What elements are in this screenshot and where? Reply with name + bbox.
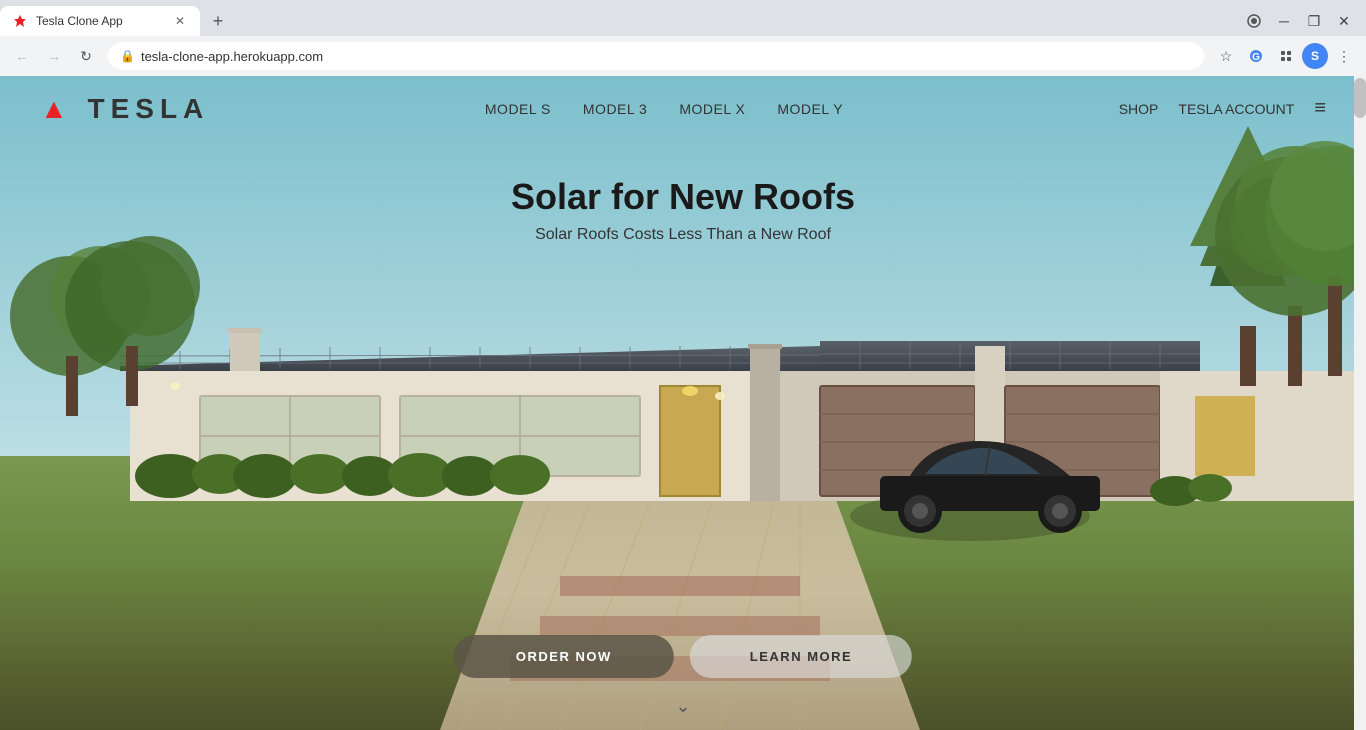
record-button[interactable] <box>1240 7 1268 35</box>
nav-shop[interactable]: SHOP <box>1119 101 1159 117</box>
nav-model-y[interactable]: MODEL Y <box>777 101 843 117</box>
cta-buttons: ORDER NOW LEARN MORE <box>454 635 912 678</box>
extension-button[interactable]: G <box>1242 42 1270 70</box>
nav-menu[interactable]: ≡ <box>1314 97 1326 120</box>
nav-links: MODEL S MODEL 3 MODEL X MODEL Y <box>485 101 843 117</box>
nav-account[interactable]: TESLA ACCOUNT <box>1178 101 1294 117</box>
back-button[interactable]: ← <box>8 42 36 70</box>
browser-window: Tesla Clone App ✕ + ─ ❐ ✕ ← → ↻ 🔒 tesla-… <box>0 0 1366 76</box>
lock-icon: 🔒 <box>120 49 135 63</box>
hero-background <box>0 76 1366 730</box>
tab-bar: Tesla Clone App ✕ + ─ ❐ ✕ <box>0 0 1366 36</box>
nav-model-3[interactable]: MODEL 3 <box>583 101 647 117</box>
profile-button[interactable]: S <box>1302 43 1328 69</box>
forward-button[interactable]: → <box>40 42 68 70</box>
svg-text:G: G <box>1252 52 1260 63</box>
maximize-button[interactable]: ❐ <box>1300 7 1328 35</box>
tesla-t-letter: ▲ <box>40 93 74 124</box>
bookmark-button[interactable]: ☆ <box>1212 42 1240 70</box>
hero-subtitle: Solar Roofs Costs Less Than a New Roof <box>511 226 855 244</box>
nav-right-links: SHOP TESLA ACCOUNT ≡ <box>1119 97 1326 120</box>
toolbar-actions: ☆ G S ⋮ <box>1212 42 1358 70</box>
order-now-button[interactable]: ORDER NOW <box>454 635 674 678</box>
url-text: tesla-clone-app.herokuapp.com <box>141 49 1192 64</box>
learn-more-button[interactable]: LEARN MORE <box>690 635 912 678</box>
scroll-indicator[interactable]: ⌄ <box>675 696 690 717</box>
menu-button[interactable]: ⋮ <box>1330 42 1358 70</box>
hero-title: Solar for New Roofs <box>511 176 855 218</box>
tesla-website: ▲ TESLA MODEL S MODEL 3 MODEL X MODEL Y … <box>0 76 1366 730</box>
tab-title: Tesla Clone App <box>36 14 164 28</box>
address-bar-row: ← → ↻ 🔒 tesla-clone-app.herokuapp.com ☆ … <box>0 36 1366 76</box>
tab-favicon <box>12 13 28 29</box>
address-bar[interactable]: 🔒 tesla-clone-app.herokuapp.com <box>108 42 1204 70</box>
reload-button[interactable]: ↻ <box>72 42 100 70</box>
close-button[interactable]: ✕ <box>1330 7 1358 35</box>
tesla-navbar: ▲ TESLA MODEL S MODEL 3 MODEL X MODEL Y … <box>0 76 1366 141</box>
tab-close-button[interactable]: ✕ <box>172 13 188 29</box>
extensions-menu-button[interactable] <box>1272 42 1300 70</box>
nav-model-x[interactable]: MODEL X <box>679 101 745 117</box>
new-tab-button[interactable]: + <box>204 7 232 35</box>
active-tab[interactable]: Tesla Clone App ✕ <box>0 6 200 36</box>
minimize-button[interactable]: ─ <box>1270 7 1298 35</box>
window-controls: ─ ❐ ✕ <box>1240 7 1366 35</box>
nav-model-s[interactable]: MODEL S <box>485 101 551 117</box>
tesla-wordmark: TESLA <box>88 93 210 124</box>
hero-content: Solar for New Roofs Solar Roofs Costs Le… <box>511 176 855 244</box>
tesla-logo[interactable]: ▲ TESLA <box>40 93 209 125</box>
